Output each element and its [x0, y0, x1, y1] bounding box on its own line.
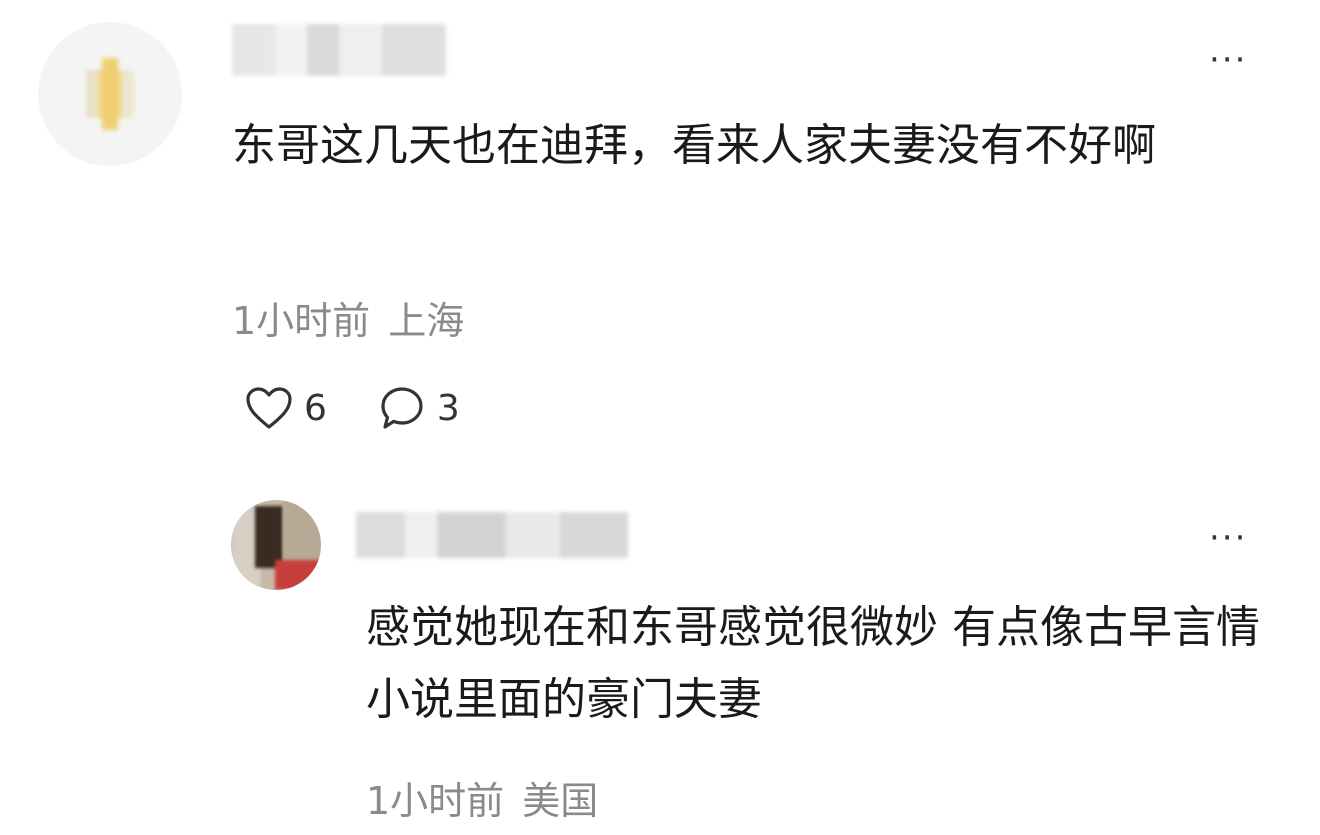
avatar-image-detail	[275, 560, 321, 590]
username-blurred[interactable]	[356, 512, 628, 558]
reply-meta: 1小时前 美国	[366, 770, 598, 825]
reply-time: 1小时前	[366, 779, 505, 823]
reply-button[interactable]: 3	[377, 383, 460, 433]
comment-meta: 1小时前 上海	[232, 290, 464, 345]
avatar[interactable]	[231, 500, 321, 590]
like-button[interactable]: 6	[244, 385, 327, 431]
like-count: 6	[304, 387, 327, 429]
more-options-icon[interactable]: ···	[1209, 40, 1247, 80]
comment-actions: 6 3	[244, 380, 510, 436]
avatar-image-detail	[255, 506, 283, 568]
avatar-image-detail	[102, 58, 118, 130]
more-options-icon[interactable]: ···	[1209, 518, 1247, 558]
avatar[interactable]	[38, 22, 182, 166]
comment-time: 1小时前	[232, 299, 371, 343]
comment-location: 上海	[388, 299, 465, 343]
comment-text: 东哥这几天也在迪拜，看来人家夫妻没有不好啊	[232, 120, 1156, 171]
reply-location: 美国	[522, 779, 599, 823]
reply-count: 3	[436, 387, 460, 429]
username-blurred[interactable]	[232, 24, 446, 76]
reply-text: 感觉她现在和东哥感觉很微妙 有点像古早言情小说里面的豪门夫妻	[366, 602, 1260, 725]
heart-icon	[244, 385, 294, 431]
comment-bubble-icon	[377, 383, 427, 433]
